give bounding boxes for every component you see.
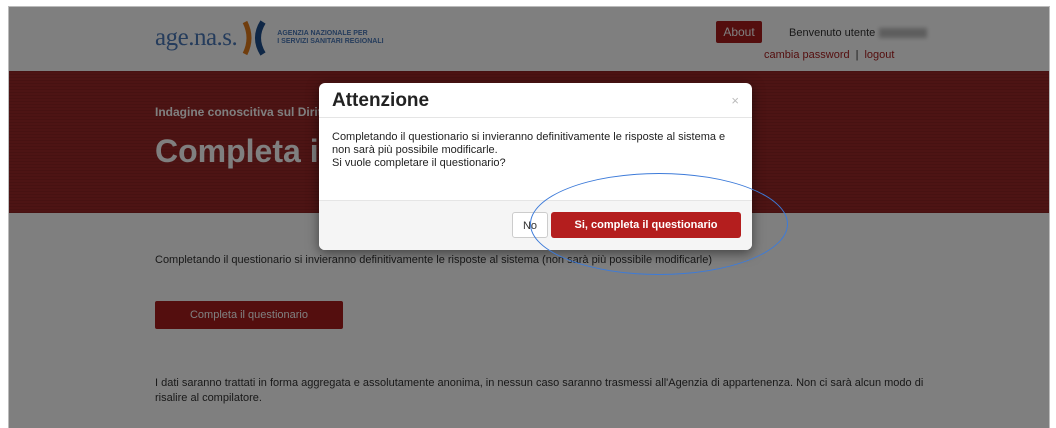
close-icon[interactable]: ×	[731, 93, 739, 108]
dialog-body-line1: Completando il questionario si invierann…	[332, 131, 726, 143]
dialog-header: Attenzione ×	[319, 83, 752, 118]
dialog-title: Attenzione	[332, 90, 430, 111]
dialog-body: Completando il questionario si invierann…	[332, 131, 742, 170]
dialog-body-line2: non sarà più possibile modificarle.	[332, 144, 498, 156]
highlight-ellipse-annotation	[530, 173, 788, 275]
dialog-body-line3: Si vuole completare il questionario?	[332, 157, 506, 169]
browser-page: age.na.s. AGENZIA NAZIONALE PER I SERVIZ…	[8, 6, 1050, 428]
